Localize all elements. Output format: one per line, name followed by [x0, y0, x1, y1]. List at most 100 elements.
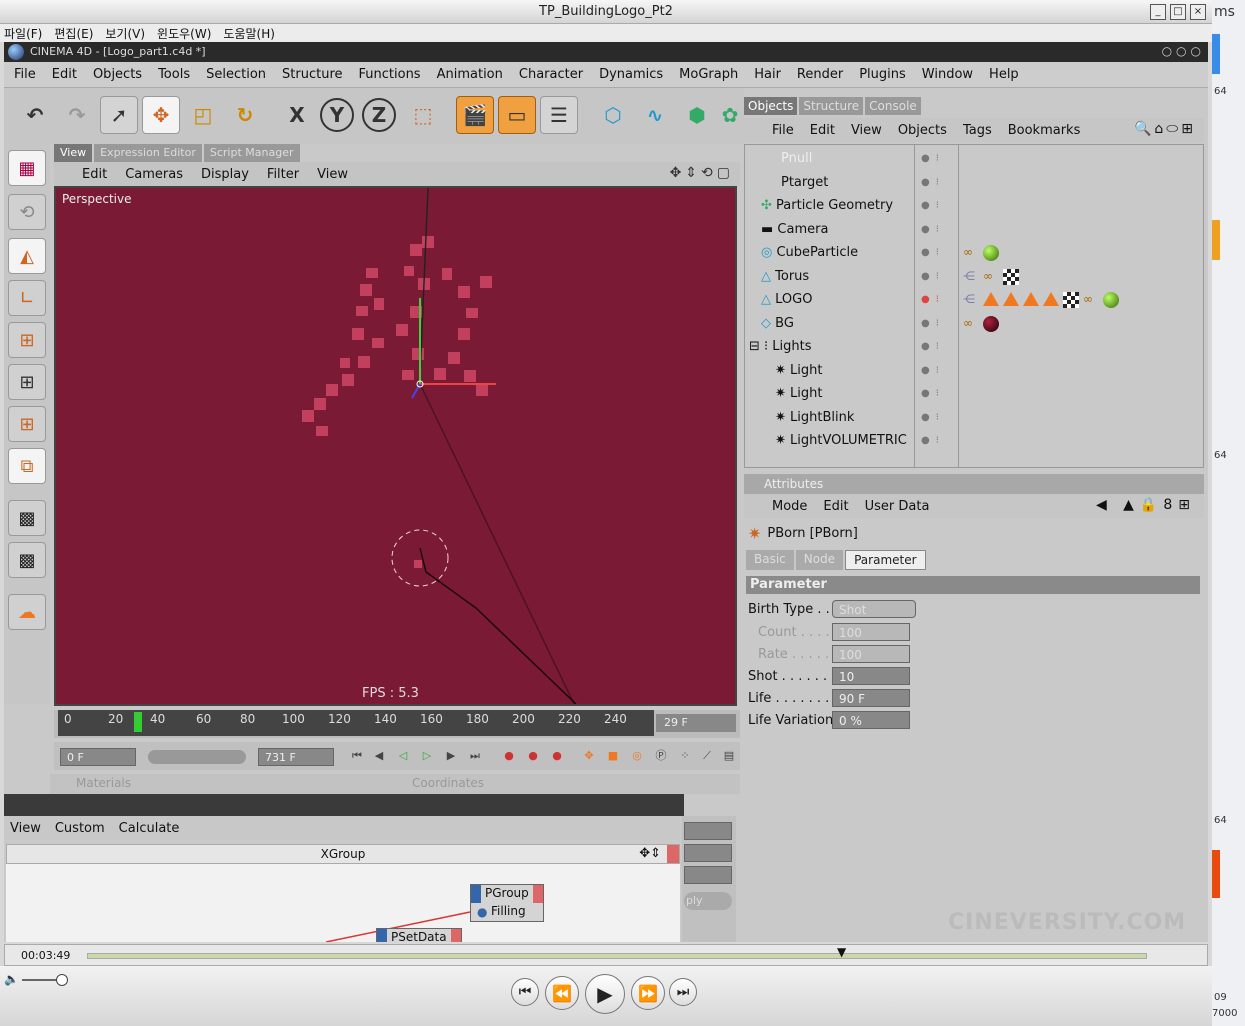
render-picture-viewer-icon[interactable]: ▭ — [498, 96, 536, 134]
shot-field[interactable]: 10 — [832, 667, 910, 685]
step-forward-icon[interactable]: ▶ — [442, 748, 460, 764]
vp-menu-filter[interactable]: Filter — [267, 167, 299, 182]
visibility-icon[interactable]: ●⁝ — [921, 271, 945, 282]
birth-type-dropdown[interactable]: Shot — [832, 600, 916, 618]
maximize-button[interactable]: □ — [1170, 4, 1186, 20]
undo-icon[interactable]: ↶ — [16, 96, 54, 134]
x-axis-icon[interactable]: X — [278, 96, 316, 134]
tab-objects[interactable]: Objects — [744, 97, 798, 115]
cube-primitive-icon[interactable]: ⬡ — [594, 96, 632, 134]
xpresso-tag-icon[interactable]: ∞ — [983, 269, 999, 285]
key-rotation-icon[interactable]: ◎ — [628, 748, 646, 764]
tab-expression-editor[interactable]: Expression Editor — [94, 144, 202, 162]
share-tag-icon[interactable]: ⋲ — [963, 292, 979, 308]
menu-edit[interactable]: Edit — [52, 67, 77, 82]
om-menu-edit[interactable]: Edit — [810, 123, 835, 138]
xpresso-tag-icon[interactable]: ∞ — [1083, 292, 1099, 308]
step-back-icon[interactable]: ◀ — [370, 748, 388, 764]
list-item[interactable]: ◇ BG ●⁝ ∞ — [745, 312, 1203, 335]
visibility-icon[interactable]: ●⁝ — [921, 318, 945, 329]
object-axis-icon[interactable]: ∟ — [8, 280, 46, 316]
play-icon[interactable]: ▷ — [418, 748, 436, 764]
scale-icon[interactable]: ◰ — [184, 96, 222, 134]
life-field[interactable]: 90 F — [832, 689, 910, 707]
xpresso-tag-icon[interactable]: ∞ — [963, 245, 979, 261]
visibility-icon[interactable]: ●⁝ — [921, 153, 945, 164]
visibility-icon[interactable]: ●⁝ — [921, 388, 945, 399]
coordinate-system-icon[interactable]: ⬚ — [404, 96, 442, 134]
tab-node[interactable]: Node — [795, 550, 844, 570]
play-button[interactable]: ▶ — [585, 974, 625, 1014]
nurbs-icon[interactable]: ⬢ — [678, 96, 716, 134]
menu-mograph[interactable]: MoGraph — [679, 67, 738, 82]
tab-console[interactable]: Console — [865, 97, 921, 115]
tab-basic[interactable]: Basic — [746, 550, 794, 570]
volume-knob[interactable] — [56, 974, 68, 986]
phong-tag-icon[interactable] — [1043, 291, 1059, 306]
playhead[interactable] — [134, 712, 142, 732]
visibility-icon[interactable]: ●⁝ — [921, 224, 945, 235]
list-item[interactable]: △ Torus ●⁝ ⋲ ∞ — [745, 265, 1203, 288]
timeline-ruler[interactable]: 0 20 40 60 80 100 120 140 160 180 200 22… — [58, 710, 654, 736]
menu-file[interactable]: File — [14, 67, 36, 82]
key-pla-icon[interactable]: ⁘ — [676, 748, 694, 764]
list-item[interactable]: Ptarget ●⁝ — [745, 171, 1203, 194]
material-tag-icon[interactable] — [1103, 291, 1119, 308]
xpresso-tag-icon[interactable]: ∞ — [963, 316, 979, 332]
om-menu-file[interactable]: File — [772, 123, 794, 138]
deformer-icon[interactable]: ✿ — [720, 96, 740, 134]
goto-end-icon[interactable]: ⏭ — [466, 748, 484, 764]
xp-menu-view[interactable]: View — [10, 821, 41, 836]
texture-tag-icon[interactable] — [1063, 291, 1079, 308]
seek-thumb-icon[interactable]: ▼ — [837, 945, 846, 959]
pgroup-node[interactable]: PGroup ● Filling — [470, 884, 544, 922]
live-selection-icon[interactable]: ➚ — [100, 96, 138, 134]
menu-view[interactable]: 보기(V) — [105, 25, 145, 42]
render-settings-icon[interactable]: ☰ — [540, 96, 578, 134]
om-search-home-icon[interactable]: 🔍⌂⬭⊞ — [1134, 121, 1196, 137]
menu-render[interactable]: Render — [797, 67, 843, 82]
texture-axis-icon[interactable]: ▩ — [8, 542, 46, 578]
xpresso-canvas[interactable]: PGroup ● Filling PSetData — [6, 864, 680, 942]
move-icon[interactable]: ✥ — [142, 96, 180, 134]
attr-menu-mode[interactable]: Mode — [772, 499, 807, 514]
polygons-mode-icon[interactable]: ⊞ — [8, 406, 46, 442]
menu-help[interactable]: 도움말(H) — [223, 25, 275, 42]
key-param-icon[interactable]: Ⓟ — [652, 748, 670, 764]
materials-tab[interactable]: Materials — [76, 776, 131, 790]
y-axis-icon[interactable]: Y — [320, 98, 354, 132]
phong-tag-icon[interactable] — [1003, 291, 1019, 306]
viewport-navigation-icon[interactable]: ✥⇕⟲▢ — [670, 165, 734, 181]
visibility-icon[interactable]: ●⁝ — [921, 247, 945, 258]
play-reverse-icon[interactable]: ◁ — [394, 748, 412, 764]
key-scale-icon[interactable]: ■ — [604, 748, 622, 764]
menu-structure[interactable]: Structure — [282, 67, 342, 82]
side-field-1[interactable] — [684, 822, 732, 840]
menu-help[interactable]: Help — [989, 67, 1019, 82]
visibility-icon[interactable]: ●⁝ — [921, 412, 945, 423]
menu-file[interactable]: 파일(F) — [4, 25, 42, 42]
points-mode-icon[interactable]: ⊞ — [8, 322, 46, 358]
list-item[interactable]: ✷ Light ●⁝ — [745, 382, 1203, 405]
tab-structure[interactable]: Structure — [799, 97, 864, 115]
count-field[interactable]: 100 — [832, 623, 910, 641]
xp-menu-calculate[interactable]: Calculate — [119, 821, 180, 836]
om-menu-view[interactable]: View — [851, 123, 882, 138]
menu-animation[interactable]: Animation — [437, 67, 503, 82]
keyframe-selection-icon[interactable]: ● — [548, 748, 566, 764]
material-tag-icon[interactable] — [983, 244, 999, 261]
menu-window[interactable]: 윈도우(W) — [157, 25, 211, 42]
attr-menu-edit[interactable]: Edit — [823, 499, 848, 514]
menu-dynamics[interactable]: Dynamics — [599, 67, 663, 82]
vp-menu-edit[interactable]: Edit — [82, 167, 107, 182]
list-item[interactable]: ✷ LightVOLUMETRIC ●⁝ — [745, 429, 1203, 452]
menu-edit[interactable]: 편집(E) — [54, 25, 93, 42]
list-item[interactable]: ✣ Particle Geometry ●⁝ — [745, 194, 1203, 217]
menu-tools[interactable]: Tools — [158, 67, 190, 82]
xgroup-output-port[interactable] — [667, 845, 679, 863]
rotate-icon[interactable]: ↻ — [226, 96, 264, 134]
psetdata-node[interactable]: PSetData — [376, 928, 462, 942]
model-mode-icon[interactable]: ◭ — [8, 238, 46, 274]
interpolation-icon[interactable]: ⟋ — [698, 748, 716, 764]
z-axis-icon[interactable]: Z — [362, 98, 396, 132]
